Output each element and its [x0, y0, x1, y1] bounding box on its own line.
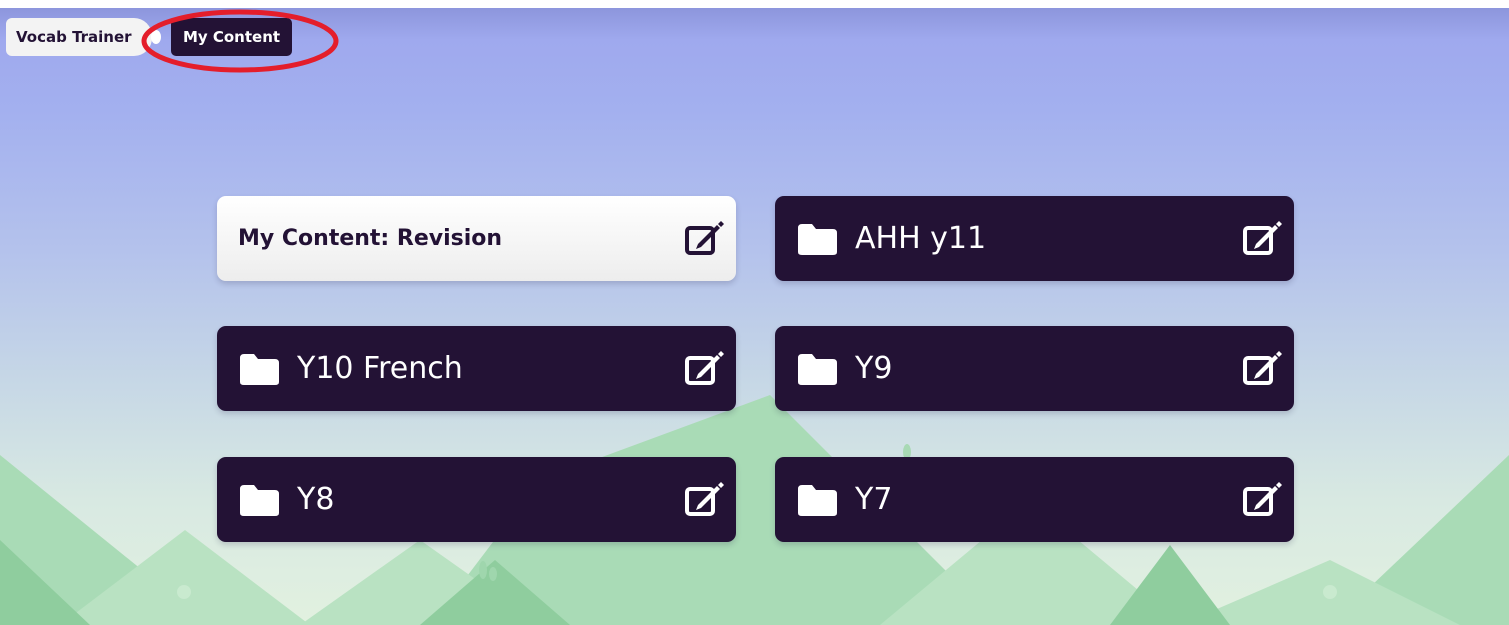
edit-icon[interactable]	[684, 350, 724, 386]
edit-icon[interactable]	[1242, 220, 1282, 256]
card-folder-y8[interactable]: Y8	[217, 457, 736, 542]
breadcrumb-vocab-trainer-label: Vocab Trainer	[16, 28, 132, 46]
breadcrumb-vocab-trainer[interactable]: Vocab Trainer	[6, 18, 152, 56]
card-folder-ahh-y11[interactable]: AHH y11	[775, 196, 1294, 281]
edit-icon[interactable]	[684, 220, 724, 256]
card-title: Y10 French	[297, 351, 463, 386]
edit-icon[interactable]	[1242, 350, 1282, 386]
card-folder-y10-french[interactable]: Y10 French	[217, 326, 736, 411]
folder-icon	[798, 353, 837, 385]
folder-icon	[240, 484, 279, 516]
edit-icon[interactable]	[684, 481, 724, 517]
folder-icon	[798, 484, 837, 516]
folder-icon	[240, 353, 279, 385]
highlight-circle	[141, 9, 339, 73]
edit-icon[interactable]	[1242, 481, 1282, 517]
folder-icon	[798, 223, 837, 255]
card-title: Y7	[855, 482, 893, 517]
card-title: AHH y11	[855, 221, 987, 256]
card-folder-y9[interactable]: Y9	[775, 326, 1294, 411]
card-title: My Content: Revision	[238, 226, 503, 251]
card-title: Y8	[297, 482, 335, 517]
card-title: Y9	[855, 351, 893, 386]
card-my-content-revision[interactable]: My Content: Revision	[217, 196, 736, 281]
card-folder-y7[interactable]: Y7	[775, 457, 1294, 542]
